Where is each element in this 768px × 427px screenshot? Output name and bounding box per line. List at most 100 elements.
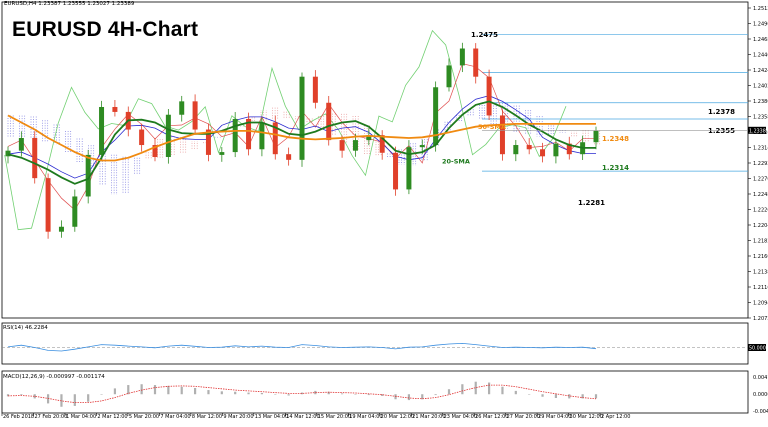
x-tick-label: 21 Mar 20:00	[412, 414, 445, 420]
macd-histogram-bar	[113, 388, 117, 395]
macd-histogram-bar	[167, 385, 170, 395]
candle-body	[593, 130, 599, 143]
candle-body	[446, 65, 452, 88]
x-tick-label: 9 Mar 20:00	[223, 414, 253, 420]
macd-histogram-bar	[594, 394, 598, 399]
candle-body	[299, 76, 305, 160]
candle-body	[18, 137, 24, 151]
macd-histogram-bar	[554, 394, 558, 398]
candle-body	[339, 140, 345, 151]
candle-body	[219, 152, 225, 155]
y-tick-label: 1.24465	[753, 53, 768, 59]
y-tick-label: 1.22925	[753, 161, 768, 167]
candle-body	[459, 48, 465, 66]
candle-body	[179, 101, 185, 115]
macd-histogram-bar	[514, 390, 517, 395]
rsi-panel-label: RSI(14) 46.2284	[3, 325, 48, 331]
y-tick-label: 1.23805	[753, 99, 768, 105]
macd-histogram-bar	[434, 394, 437, 396]
y-tick-label: 1.24905	[753, 22, 768, 28]
candle-body	[486, 76, 492, 116]
macd-histogram-bar	[193, 387, 197, 395]
candle-body	[326, 102, 332, 141]
x-tick-label: 13 Mar 04:00	[255, 414, 288, 420]
rsi-panel-frame	[1, 322, 749, 365]
macd-histogram-bar	[153, 385, 157, 395]
y-tick-label: 1.23145	[753, 146, 768, 152]
x-tick-label: 8 Mar 12:00	[192, 414, 222, 420]
macd-histogram-bar	[407, 394, 411, 401]
macd-histogram-bar	[340, 393, 344, 395]
chart-canvas: 1.25125 1.24905 1.24685 1.24465 1.24245 1.240…	[0, 0, 768, 422]
x-tick-label: 26 Mar 12:00	[475, 414, 508, 420]
macd-histogram-bar	[367, 394, 370, 396]
macd-histogram-bar	[447, 389, 451, 395]
y-tick-label: 1.21165	[753, 285, 768, 291]
candle-body	[286, 154, 292, 160]
macd-histogram-bar	[247, 392, 250, 395]
x-tick-label: 14 Mar 12:00	[286, 414, 319, 420]
x-tick-label: 15 Mar 20:00	[318, 414, 351, 420]
candle-body	[540, 149, 546, 157]
macd-histogram-bar	[501, 386, 504, 395]
x-tick-label: 29 Mar 04:00	[538, 414, 571, 420]
x-tick-label: 27 Mar 20:00	[507, 414, 540, 420]
macd-histogram-bar	[274, 394, 277, 395]
macd-panel-label: MACD(12,26,9) -0.000997 -0.001174	[3, 374, 105, 380]
x-tick-label: 19 Mar 04:00	[349, 414, 382, 420]
candle-body	[58, 226, 64, 232]
chart-svg: 1.25125 1.24905 1.24685 1.24465 1.24245 1.240…	[1, 1, 768, 420]
x-tick-label: 27 Feb 20:00	[34, 414, 67, 420]
macd-y-tick-label: 0.000000	[753, 392, 768, 398]
candle-body	[553, 143, 559, 157]
y-tick-label: 1.24025	[753, 84, 768, 90]
macd-histogram-bar	[287, 394, 290, 396]
macd-histogram-bar	[541, 394, 544, 397]
candle-body	[99, 106, 105, 155]
price-annotation: 1.2348	[602, 135, 629, 143]
chart-title: EURUSD 4H-Chart	[12, 18, 199, 41]
candle-body	[393, 152, 399, 190]
candle-body	[352, 140, 358, 151]
y-tick-label: 1.21605	[753, 254, 768, 260]
candle-body	[526, 145, 532, 150]
candle-body	[259, 122, 265, 150]
macd-histogram-bar	[20, 394, 23, 396]
macd-y-tick-label: -0.004015	[753, 409, 768, 415]
y-tick-label: 1.24245	[753, 68, 768, 74]
sma20-label: 20-SMA	[442, 158, 470, 166]
macd-histogram-bar	[180, 386, 183, 395]
macd-histogram-bar	[260, 392, 264, 395]
candle-body	[419, 145, 425, 148]
y-tick-label: 1.23585	[753, 115, 768, 121]
price-annotation: 1.2475	[471, 31, 498, 39]
y-tick-label: 1.20725	[753, 316, 768, 322]
candle-body	[32, 137, 38, 179]
macd-histogram-bar	[73, 394, 76, 406]
macd-histogram-bar	[528, 394, 531, 395]
macd-histogram-bar	[100, 394, 103, 395]
candle-body	[45, 178, 51, 232]
symbol-info: EURUSD,H4 1.23387 1.23555 1.23027 1.2338…	[4, 1, 135, 7]
x-tick-label: 23 Mar 04:00	[444, 414, 477, 420]
price-annotation: 1.2355	[708, 127, 735, 135]
candle-body	[473, 48, 479, 77]
macd-histogram-bar	[87, 394, 90, 402]
price-annotation: 1.2378	[708, 108, 735, 116]
sma50-label: 50-SMA	[478, 123, 506, 131]
price-annotation: 1.2281	[578, 199, 605, 207]
macd-histogram-bar	[461, 384, 464, 395]
x-tick-label: 2 Apr 12:00	[601, 414, 630, 420]
x-tick-label: 20 Mar 12:00	[381, 414, 414, 420]
y-tick-label: 1.25125	[753, 6, 768, 12]
macd-histogram-bar	[354, 394, 357, 395]
y-tick-label: 1.20945	[753, 301, 768, 307]
price-annotation: 1.2314	[602, 164, 629, 172]
y-tick-label: 1.22045	[753, 223, 768, 229]
candle-body	[499, 115, 505, 155]
x-tick-label: 1 Mar 04:00	[66, 414, 96, 420]
y-tick-label: 1.22705	[753, 177, 768, 183]
y-tick-label: 1.21825	[753, 239, 768, 245]
macd-y-tick-label: 0.004129	[753, 375, 768, 381]
candle-body	[72, 196, 78, 227]
